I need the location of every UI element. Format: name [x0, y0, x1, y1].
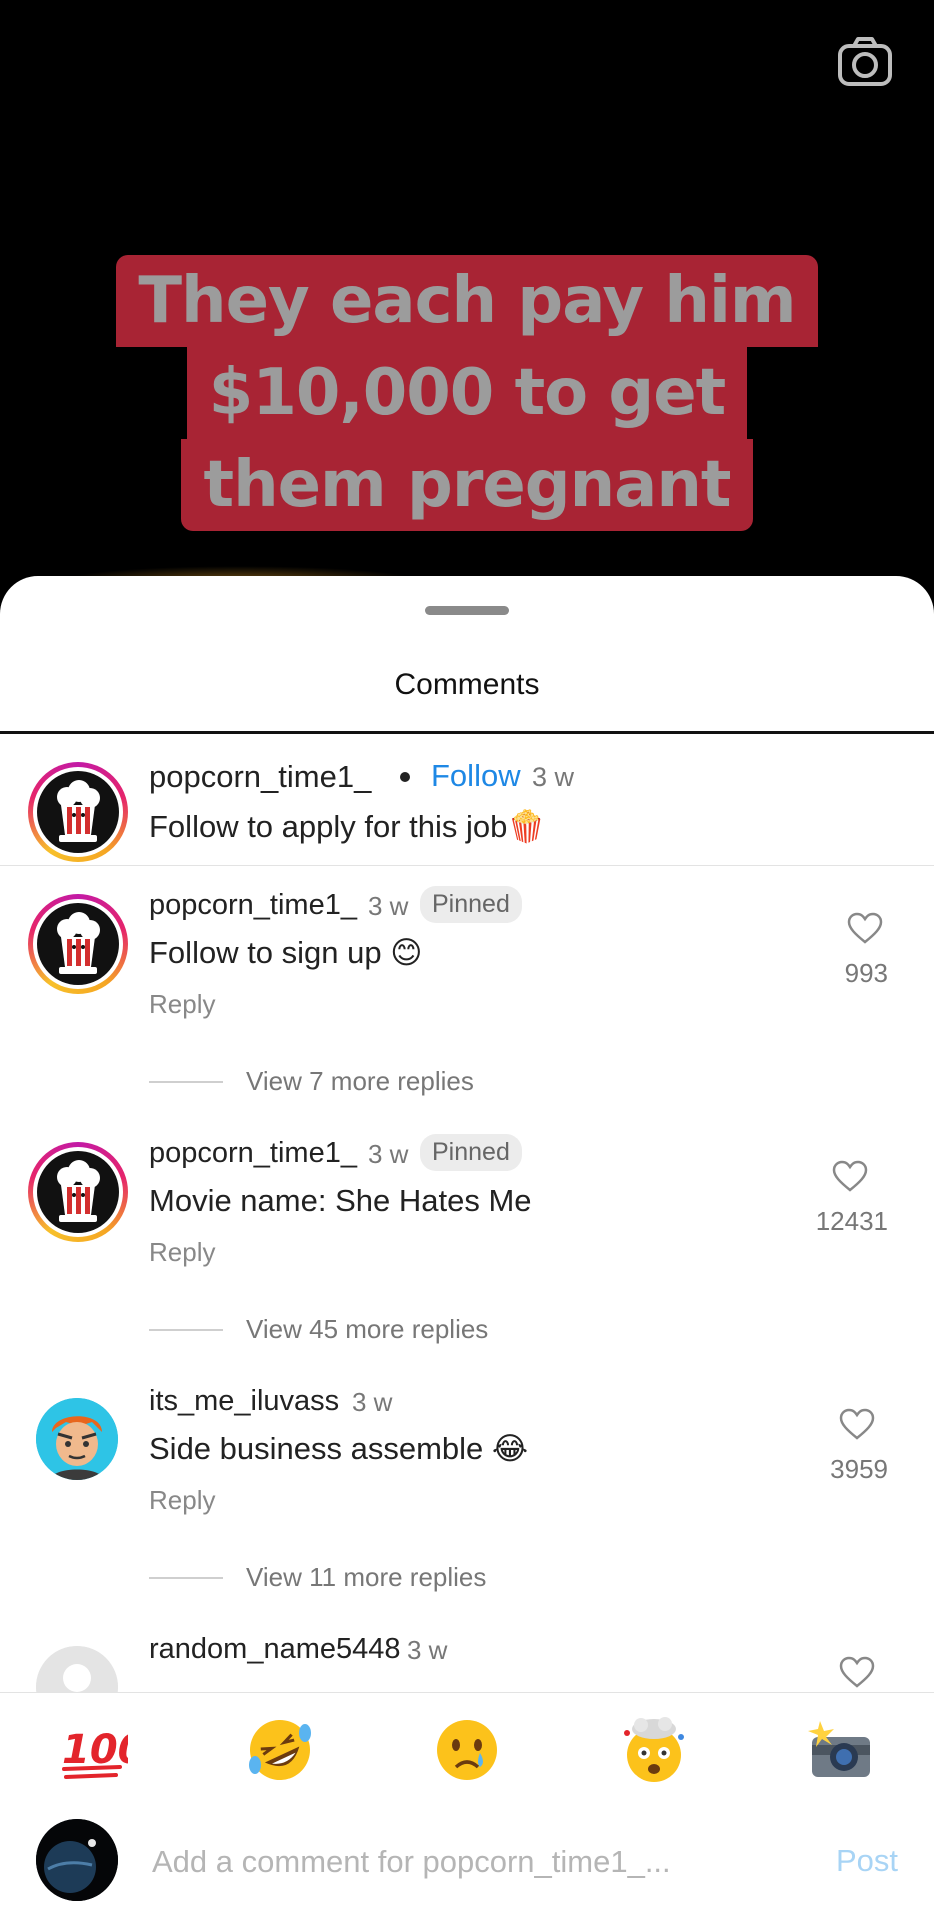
view-more-replies[interactable]: View 11 more replies	[246, 1562, 486, 1593]
current-user-avatar[interactable]	[36, 1819, 118, 1901]
drag-handle[interactable]	[425, 606, 509, 615]
pinned-badge: Pinned	[420, 886, 522, 923]
video-caption: They each pay him $10,000 to get them pr…	[0, 255, 934, 531]
planet-avatar-icon	[36, 1819, 118, 1901]
camera-icon[interactable]	[836, 34, 894, 92]
like-button[interactable]	[820, 1160, 880, 1197]
avatar[interactable]	[36, 1398, 118, 1480]
caption-line: They each pay him	[116, 255, 818, 347]
comment-text: Movie name: She Hates Me	[149, 1183, 532, 1218]
avatar[interactable]	[28, 762, 128, 862]
heart-icon	[847, 912, 883, 944]
caption-line: $10,000 to get	[186, 347, 748, 439]
popcorn-logo-icon	[37, 903, 119, 985]
post-button[interactable]: Post	[836, 1843, 898, 1879]
avatar[interactable]	[28, 1142, 128, 1242]
comment-text: Side business assemble 😂	[149, 1431, 529, 1466]
avatar[interactable]	[28, 894, 128, 994]
comment-time: 3 w	[352, 1387, 393, 1417]
heart-icon	[839, 1408, 875, 1440]
heart-icon	[839, 1656, 875, 1688]
crying-face-emoji-icon[interactable]	[432, 1715, 502, 1785]
popcorn-logo-icon	[37, 1151, 119, 1233]
like-button[interactable]	[835, 912, 895, 949]
sheet-title: Comments	[394, 668, 540, 701]
comment-username[interactable]: popcorn_time1_	[149, 1137, 357, 1170]
like-count: 3959	[830, 1454, 888, 1484]
comment-username[interactable]: popcorn_time1_	[149, 889, 357, 922]
comment-text: Follow to sign up 😊	[149, 935, 423, 970]
comment-username[interactable]: random_name5448	[149, 1633, 401, 1666]
follow-button[interactable]: Follow	[431, 758, 521, 794]
replies-line	[149, 1577, 223, 1579]
reply-button[interactable]: Reply	[149, 1237, 215, 1268]
view-more-replies[interactable]: View 45 more replies	[246, 1314, 488, 1345]
comment-time: 3 w	[368, 891, 409, 921]
like-button[interactable]	[827, 1656, 887, 1693]
video-player[interactable]: They each pay him $10,000 to get them pr…	[0, 0, 934, 596]
heart-icon	[832, 1160, 868, 1192]
caption-line: them pregnant	[181, 439, 753, 531]
camera-flash-emoji-icon[interactable]	[806, 1715, 876, 1785]
divider	[0, 865, 934, 866]
comment-text: Follow to apply for this job🍿	[149, 809, 546, 844]
rolling-laughing-emoji-icon[interactable]	[245, 1715, 315, 1785]
comment-time: 3 w	[407, 1635, 448, 1665]
exploding-head-emoji-icon[interactable]	[619, 1715, 689, 1785]
reply-button[interactable]: Reply	[149, 1485, 215, 1516]
emoji-quick-bar: 100	[0, 1692, 934, 1806]
title-divider	[0, 731, 934, 734]
like-button[interactable]	[827, 1408, 887, 1445]
replies-line	[149, 1329, 223, 1331]
comment-time: 3 w	[532, 762, 575, 792]
hundred-points-emoji-icon[interactable]: 100	[58, 1715, 146, 1785]
reply-button[interactable]: Reply	[149, 989, 215, 1020]
comment-composer: Post	[0, 1805, 934, 1920]
like-count: 12431	[815, 1206, 888, 1236]
view-more-replies[interactable]: View 7 more replies	[246, 1066, 474, 1097]
comment-input[interactable]	[150, 1831, 714, 1893]
separator-dot	[400, 772, 410, 782]
like-count: 993	[844, 958, 888, 988]
popcorn-logo-icon	[37, 771, 119, 853]
comment-username[interactable]: popcorn_time1_	[149, 759, 371, 795]
cartoon-avatar-icon	[36, 1398, 118, 1480]
comment-time: 3 w	[368, 1139, 409, 1169]
replies-line	[149, 1081, 223, 1083]
comment-username[interactable]: its_me_iluvass	[149, 1385, 339, 1418]
pinned-badge: Pinned	[420, 1134, 522, 1171]
